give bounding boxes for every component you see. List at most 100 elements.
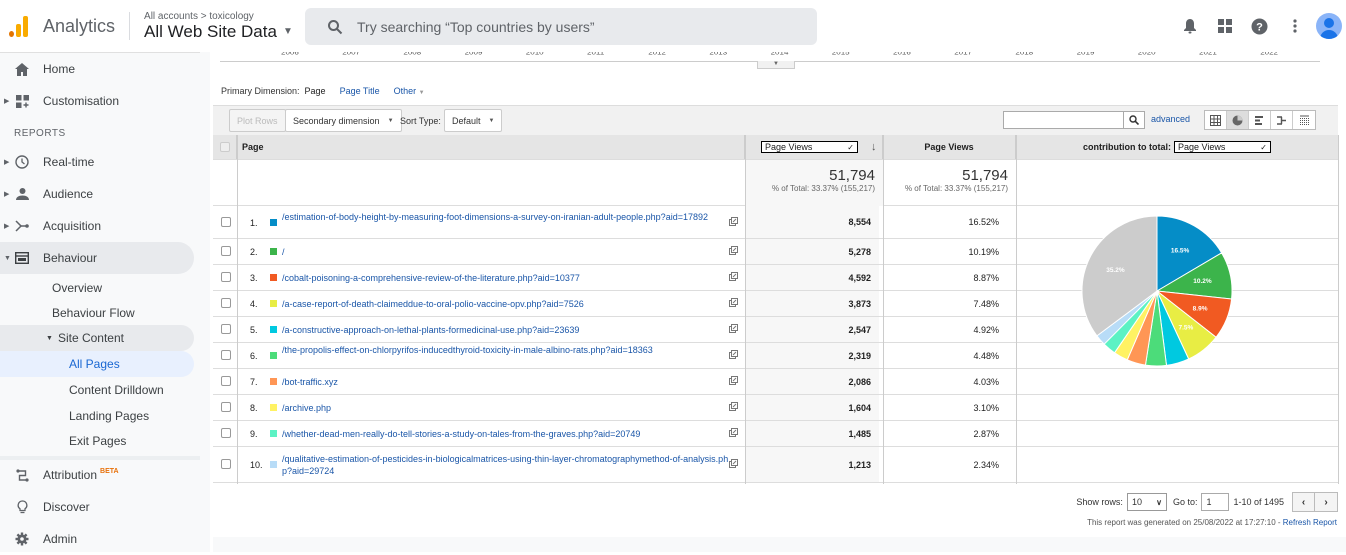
row-checkbox[interactable] <box>221 459 231 469</box>
show-rows-select[interactable]: 10 ∨ <box>1126 493 1167 511</box>
metric-select[interactable]: Page Views ✓ <box>761 141 858 153</box>
property-selector[interactable]: All Web Site Data ▼ <box>144 22 293 42</box>
open-external-icon[interactable] <box>729 216 738 226</box>
sidebar-item-realtime[interactable]: ▶ Real-time <box>0 146 194 178</box>
help-button[interactable]: ? <box>1242 8 1277 44</box>
page-link[interactable]: /cobalt-poisoning-a-comprehensive-review… <box>282 272 732 284</box>
bell-icon <box>1183 19 1196 34</box>
page-views-value: 1,604 <box>745 395 879 420</box>
notifications-button[interactable] <box>1172 8 1207 44</box>
sidebar-item-exit-pages[interactable]: Exit Pages <box>0 428 194 454</box>
select-all-checkbox[interactable] <box>219 142 230 152</box>
sort-desc-icon[interactable]: ↓ <box>871 141 877 153</box>
row-checkbox[interactable] <box>221 350 231 360</box>
column-header-page[interactable]: Page <box>237 135 745 159</box>
table-filter-input[interactable] <box>1003 111 1145 129</box>
sidebar-item-all-pages[interactable]: All Pages <box>0 351 194 377</box>
open-external-icon[interactable] <box>729 402 738 411</box>
sidebar-item-customisation[interactable]: ▶ Customisation <box>0 85 194 117</box>
row-checkbox[interactable] <box>221 216 231 227</box>
sidebar-item-admin[interactable]: Admin <box>0 523 194 555</box>
performance-view-button[interactable] <box>1249 111 1271 129</box>
metric-select-value: Page Views <box>765 142 813 152</box>
sidebar-item-overview[interactable]: Overview <box>0 275 194 301</box>
page-link[interactable]: /the-propolis-effect-on-chlorpyrifos-ind… <box>282 344 732 356</box>
timeline-toggle-button[interactable]: ▼ <box>757 61 795 69</box>
open-external-icon[interactable] <box>729 246 738 255</box>
open-external-icon[interactable] <box>729 298 738 307</box>
row-checkbox[interactable] <box>221 298 231 308</box>
more-options-button[interactable] <box>1277 8 1312 44</box>
column-header-page-views[interactable]: Page Views <box>883 135 1016 159</box>
pivot-view-button[interactable] <box>1293 111 1315 129</box>
dimension-page-title-link[interactable]: Page Title <box>340 86 380 96</box>
goto-page-value: 1 <box>1206 497 1212 507</box>
row-index: 5. <box>250 325 258 335</box>
sidebar-item-label: Home <box>43 62 76 76</box>
sort-type-value: Default <box>452 115 481 126</box>
advanced-filter-link[interactable]: advanced <box>1151 114 1190 124</box>
refresh-report-link[interactable]: Refresh Report <box>1283 518 1337 527</box>
sidebar-item-label: Attribution BETA <box>43 468 119 482</box>
caret-down-icon: ▼ <box>418 90 425 96</box>
open-external-icon[interactable] <box>729 459 738 468</box>
sidebar-item-acquisition[interactable]: ▶ Acquisition <box>0 210 194 242</box>
row-checkbox[interactable] <box>221 428 231 438</box>
plot-rows-button[interactable]: Plot Rows <box>229 109 286 132</box>
row-checkbox[interactable] <box>221 324 231 334</box>
account-breadcrumb[interactable]: All accounts > toxicology <box>144 11 293 22</box>
page-views-value: 2,319 <box>745 343 879 368</box>
page-link[interactable]: /whether-dead-men-really-do-tell-stories… <box>282 428 732 440</box>
row-checkbox[interactable] <box>221 376 231 386</box>
page-link[interactable]: /estimation-of-body-height-by-measuring-… <box>282 211 732 223</box>
expand-arrow-icon: ▶ <box>4 191 10 198</box>
contribution-pie-chart: 16.5% 10.2% 8.9% 7.5% 35.2% <box>1016 207 1338 484</box>
sidebar-item-audience[interactable]: ▶ Audience <box>0 178 194 210</box>
contribution-metric-select[interactable]: Page Views ✓ <box>1173 141 1271 153</box>
top-bar: Analytics All accounts > toxicology All … <box>0 0 1346 52</box>
sidebar-item-content-drilldown[interactable]: Content Drilldown <box>0 377 194 403</box>
goto-page-input[interactable]: 1 <box>1201 493 1230 511</box>
sidebar-item-home[interactable]: Home <box>0 53 194 85</box>
comparison-icon <box>1277 115 1286 125</box>
page-link[interactable]: / <box>282 246 732 258</box>
page-link[interactable]: /a-case-report-of-death-claimeddue-to-or… <box>282 298 732 310</box>
sidebar-item-behaviour[interactable]: ▼ Behaviour <box>0 242 194 274</box>
pie-chart-icon <box>1232 115 1243 125</box>
sidebar-item-landing-pages[interactable]: Landing Pages <box>0 403 194 429</box>
row-checkbox[interactable] <box>221 246 231 256</box>
expand-arrow-icon: ▶ <box>4 223 10 230</box>
pie-view-button[interactable] <box>1227 111 1249 129</box>
comparison-view-button[interactable] <box>1271 111 1293 129</box>
open-external-icon[interactable] <box>729 272 738 281</box>
row-checkbox[interactable] <box>221 272 231 282</box>
apps-button[interactable] <box>1207 8 1242 44</box>
dimension-other-dropdown[interactable]: Other ▼ <box>394 86 425 96</box>
open-external-icon[interactable] <box>729 376 738 385</box>
row-index: 4. <box>250 299 258 309</box>
page-link[interactable]: /a-constructive-approach-on-lethal-plant… <box>282 324 732 336</box>
account-selector[interactable]: All accounts > toxicology All Web Site D… <box>144 11 293 42</box>
page-link[interactable]: /bot-traffic.xyz <box>282 376 732 388</box>
sidebar-item-site-content[interactable]: ▼ Site Content <box>0 325 194 351</box>
help-icon: ? <box>1251 18 1268 34</box>
sidebar-item-behaviour-flow[interactable]: Behaviour Flow <box>0 300 194 326</box>
open-external-icon[interactable] <box>729 350 738 359</box>
sort-type-dropdown[interactable]: Default ▼ <box>444 109 503 132</box>
search-box[interactable]: Try searching “Top countries by users” <box>305 8 817 45</box>
secondary-dimension-dropdown[interactable]: Secondary dimension ▼ <box>285 109 402 132</box>
open-external-icon[interactable] <box>729 428 738 437</box>
filter-search-button[interactable] <box>1123 112 1144 128</box>
open-external-icon[interactable] <box>729 324 738 333</box>
account-avatar[interactable] <box>1316 13 1342 39</box>
row-checkbox[interactable] <box>221 402 231 412</box>
table-view-button[interactable] <box>1205 111 1227 129</box>
page-views-percent: 16.52% <box>968 217 999 227</box>
page-link[interactable]: /archive.php <box>282 402 732 414</box>
previous-page-button[interactable]: ‹ <box>1293 493 1315 511</box>
sidebar-item-discover[interactable]: Discover <box>0 491 194 523</box>
page-link[interactable]: /qualitative-estimation-of-pesticides-in… <box>282 453 732 477</box>
primary-dimension-bar: Primary Dimension: Page Page Title Other… <box>221 86 425 96</box>
next-page-button[interactable]: › <box>1315 493 1337 511</box>
sidebar-item-attribution[interactable]: Attribution BETA <box>0 459 194 491</box>
